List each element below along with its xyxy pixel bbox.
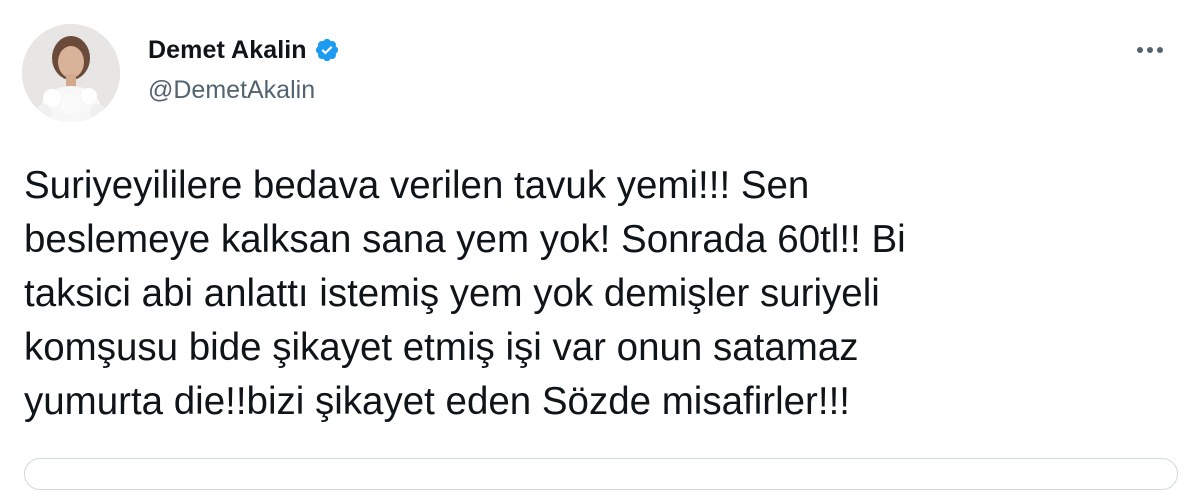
tweet-card: Demet Akalin @DemetAkalin Suriyeyililere… <box>0 0 1200 490</box>
more-dot <box>1137 47 1143 53</box>
verified-badge-icon <box>314 37 340 63</box>
author-name-row: Demet Akalin <box>148 34 340 66</box>
author-block: Demet Akalin @DemetAkalin <box>148 34 340 105</box>
author-display-name[interactable]: Demet Akalin <box>148 36 307 65</box>
avatar[interactable] <box>22 24 120 122</box>
more-options-icon[interactable] <box>1130 40 1170 60</box>
tweet-text: Suriyeyililere bedava verilen tavuk yemi… <box>24 164 906 423</box>
more-dot <box>1147 47 1153 53</box>
author-handle[interactable]: @DemetAkalin <box>148 76 340 105</box>
profile-photo-icon <box>22 24 120 122</box>
embedded-card[interactable] <box>24 458 1178 490</box>
more-dot <box>1157 47 1163 53</box>
